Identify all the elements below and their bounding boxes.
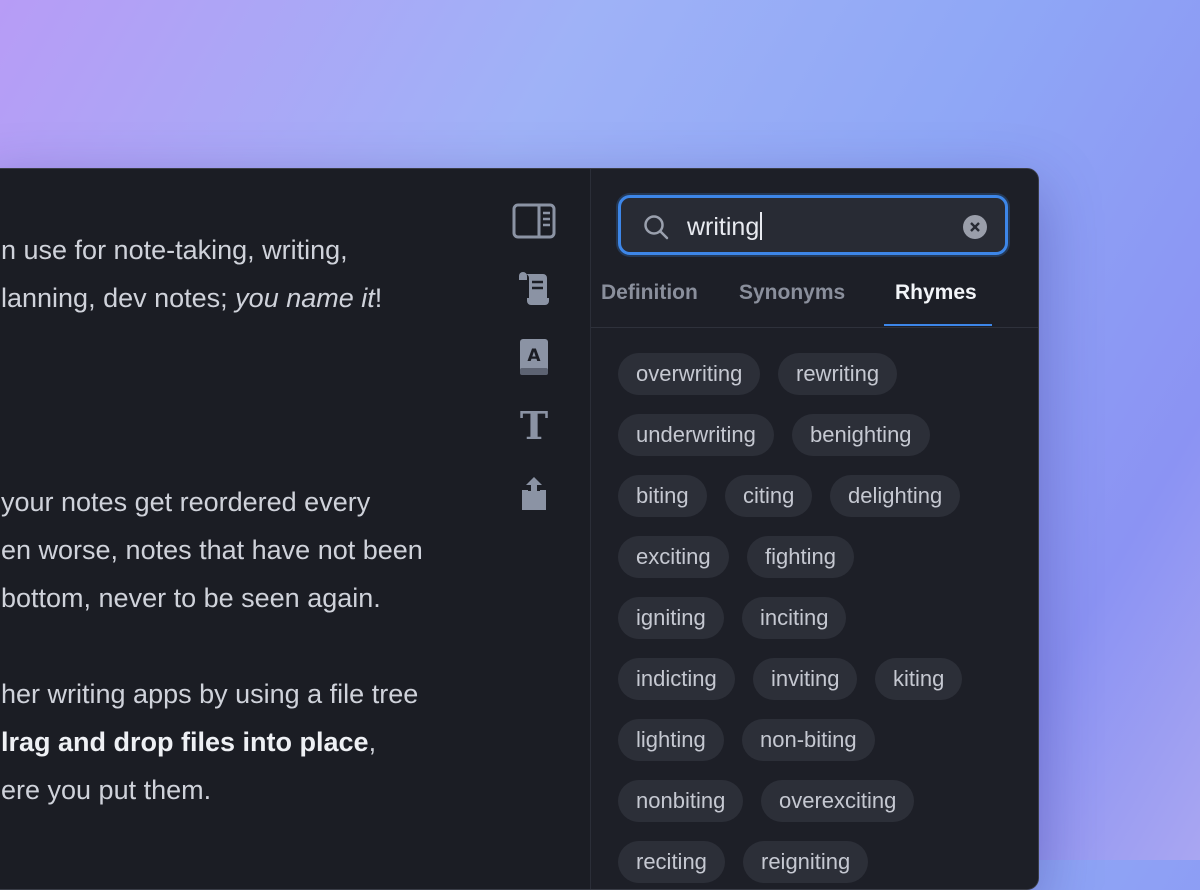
editor-text-segment: your notes get reordered every (1, 487, 371, 517)
editor-text-segment: lanning, dev notes; (1, 283, 236, 313)
editor-text-segment: , (368, 727, 377, 757)
editor-text-segment: ere you put them. (1, 775, 212, 805)
tab-definition[interactable]: Definition (601, 281, 698, 319)
lookup-panel: writing Definition Synonyms Rhymes overw… (590, 169, 1038, 889)
text-format-icon[interactable]: T (509, 403, 559, 447)
rhyme-chip[interactable]: delighting (830, 475, 961, 517)
editor-text-line: n use for note-taking, writing, (1, 235, 348, 266)
lookup-tabs: Definition Synonyms Rhymes (591, 281, 1038, 328)
rhyme-chip[interactable]: exciting (618, 536, 729, 578)
svg-text:T: T (520, 407, 548, 443)
active-tab-indicator (884, 324, 992, 326)
rhyme-chip[interactable]: fighting (747, 536, 854, 578)
search-input[interactable]: writing (687, 212, 763, 242)
rhyme-chip[interactable]: lighting (618, 719, 724, 761)
share-icon[interactable] (509, 471, 559, 515)
rhyme-chip[interactable]: igniting (618, 597, 724, 639)
rhyme-chip[interactable]: kiting (875, 658, 963, 700)
editor-text-segment: her writing apps by using a file tree (1, 679, 419, 709)
editor-text-segment: n use for note-taking, writing, (1, 235, 348, 265)
rhyme-chip[interactable]: inviting (753, 658, 858, 700)
rhyme-chip[interactable]: non-biting (742, 719, 875, 761)
rhyme-chip[interactable]: nonbiting (618, 780, 744, 822)
tab-rhymes[interactable]: Rhymes (895, 281, 977, 319)
dictionary-icon[interactable]: A (509, 335, 559, 379)
rhyme-chip[interactable]: reciting (618, 841, 725, 883)
svg-text:A: A (527, 346, 541, 366)
rhyme-chip[interactable]: citing (725, 475, 813, 517)
search-box[interactable]: writing (618, 195, 1008, 255)
rhyme-chip[interactable]: overwriting (618, 353, 761, 395)
editor-text-segment: you name it (235, 283, 375, 313)
editor-text-line: your notes get reordered every (1, 487, 370, 518)
toggle-panel-icon[interactable] (509, 199, 559, 243)
rhyme-chip[interactable]: underwriting (618, 414, 774, 456)
editor-text-line: lanning, dev notes; you name it! (1, 283, 382, 314)
editor-text-segment: ! (374, 283, 383, 313)
editor-text-line: en worse, notes that have not been (1, 535, 423, 566)
search-icon (643, 214, 669, 245)
scroll-icon[interactable] (509, 267, 559, 311)
rhyme-chip[interactable]: inciting (742, 597, 847, 639)
app-window: n use for note-taking, writing, lanning, … (0, 168, 1039, 890)
editor-text-line: bottom, never to be seen again. (1, 583, 381, 614)
rhyme-chip[interactable]: benighting (792, 414, 930, 456)
editor-text-line: lrag and drop files into place, (1, 727, 376, 758)
clear-search-icon[interactable] (963, 215, 987, 239)
rhyme-chip[interactable]: biting (618, 475, 707, 517)
rhyme-chip[interactable]: overexciting (761, 780, 915, 822)
editor-text-segment: en worse, notes that have not been (1, 535, 423, 565)
tab-synonyms[interactable]: Synonyms (739, 281, 845, 319)
rhyme-chip[interactable]: rewriting (778, 353, 898, 395)
editor-text-segment: lrag and drop files into place (1, 727, 369, 757)
rhyme-chip[interactable]: indicting (618, 658, 735, 700)
rhyme-chip[interactable]: reigniting (743, 841, 869, 883)
editor-text-line: her writing apps by using a file tree (1, 679, 418, 710)
editor-pane[interactable]: n use for note-taking, writing, lanning, … (0, 169, 591, 889)
editor-text-segment: bottom, never to be seen again. (1, 583, 381, 613)
editor-text-line: ere you put them. (1, 775, 211, 806)
